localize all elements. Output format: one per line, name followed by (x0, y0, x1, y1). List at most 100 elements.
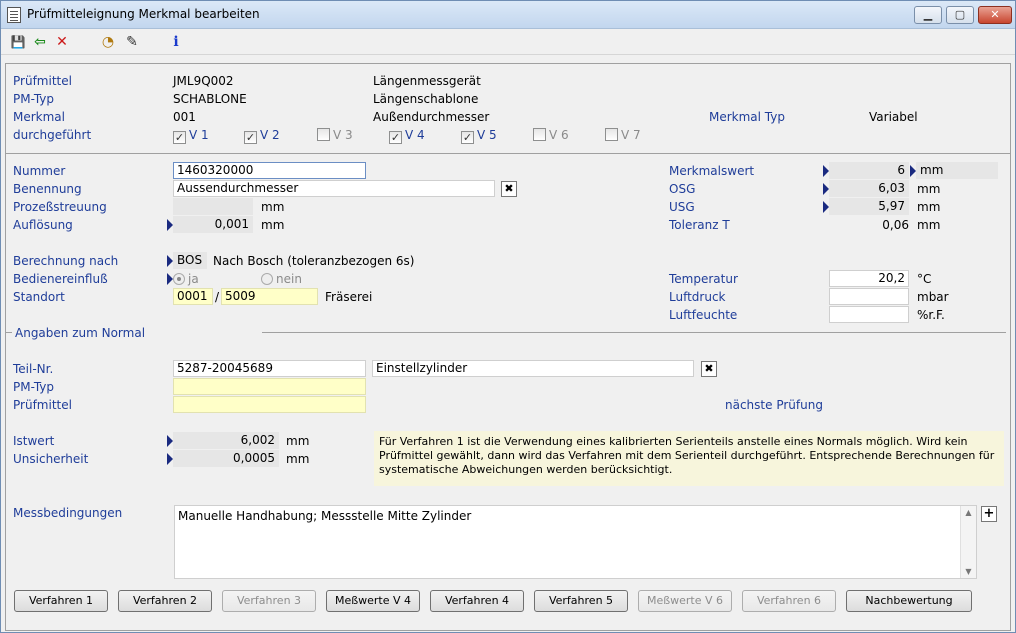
merkmal-typ-value: Variabel (869, 110, 918, 124)
scroll-down-icon[interactable]: ▼ (961, 567, 976, 576)
teilnr-input[interactable]: 5287-20045689 (173, 360, 366, 377)
pruefmittel-label: Prüfmittel (13, 74, 72, 88)
radio-nein[interactable]: nein (261, 272, 302, 286)
messbedingungen-textarea[interactable]: Manuelle Handhabung; Messstelle Mitte Zy… (174, 505, 977, 579)
berechnung-code[interactable]: BOS (173, 252, 207, 269)
usg-input[interactable]: 5,97 (829, 198, 909, 215)
osg-label: OSG (669, 182, 696, 196)
standort-desc: Fräserei (325, 290, 373, 304)
streuung-unit: mm (261, 200, 285, 214)
standort-separator: / (215, 290, 220, 304)
action-button[interactable]: Meßwerte V 4 (326, 590, 420, 612)
usg-label: USG (669, 200, 695, 214)
pruefmittel-value: JML9Q002 (173, 74, 234, 88)
checkbox-indicator: ✓ (173, 131, 186, 144)
standort-b-input[interactable]: 5009 (221, 288, 318, 305)
scroll-up-icon[interactable]: ▲ (961, 508, 976, 517)
merkmalswert-label: Merkmalswert (669, 164, 755, 178)
temperatur-input[interactable]: 20,2 (829, 270, 909, 287)
back-arrow-icon[interactable]: ⇦ (31, 33, 49, 51)
checkbox-v5[interactable]: ✓ V 5 (461, 128, 497, 144)
osg-input[interactable]: 6,03 (829, 180, 909, 197)
streuung-label: Prozeßstreuung (13, 200, 107, 214)
checkbox-v3[interactable]: V 3 (317, 128, 353, 142)
action-button[interactable]: Verfahren 6 (742, 590, 836, 612)
clear-teilnr-button[interactable]: ✖ (701, 361, 717, 377)
edit-icon[interactable]: ✎ (123, 33, 141, 51)
berechnung-label: Berechnung nach (13, 254, 119, 268)
normal-pmtyp-input[interactable] (173, 378, 366, 395)
checkbox-v6[interactable]: V 6 (533, 128, 569, 142)
merkmal-value: 001 (173, 110, 196, 124)
aufloesung-unit: mm (261, 218, 285, 232)
merkmal-label: Merkmal (13, 110, 65, 124)
toleranz-label: Toleranz T (669, 218, 730, 232)
action-button[interactable]: Verfahren 3 (222, 590, 316, 612)
luftdruck-input[interactable] (829, 288, 909, 305)
normal-section-title: Angaben zum Normal (15, 326, 146, 340)
normal-pruefmittel-label: Prüfmittel (13, 398, 72, 412)
window-title: Prüfmitteleignung Merkmal bearbeiten (27, 7, 260, 21)
save-icon[interactable]: 💾 (9, 33, 27, 51)
checkbox-v4[interactable]: ✓ V 4 (389, 128, 425, 144)
pruefmittel-desc: Längenmessgerät (373, 74, 481, 88)
luftfeuchte-label: Luftfeuchte (669, 308, 738, 322)
checkbox-indicator (605, 128, 618, 141)
add-messbedingung-button[interactable]: + (981, 506, 997, 522)
checkbox-v1[interactable]: ✓ V 1 (173, 128, 209, 144)
checkbox-indicator: ✓ (461, 131, 474, 144)
document-icon (7, 7, 21, 23)
benennung-input[interactable]: Aussendurchmesser (173, 180, 495, 197)
checkbox-v2[interactable]: ✓ V 2 (244, 128, 280, 144)
action-button[interactable]: Verfahren 2 (118, 590, 212, 612)
luftfeuchte-unit: %r.F. (917, 308, 945, 322)
merkmalswert-input[interactable]: 6 (829, 162, 909, 179)
teilnr-desc: Einstellzylinder (372, 360, 694, 377)
nummer-input[interactable]: 1460320000 (173, 162, 366, 179)
toolbar: 💾 ⇦ ✕ ◔ ✎ i (1, 29, 1015, 55)
nummer-label: Nummer (13, 164, 66, 178)
pmtyp-label: PM-Typ (13, 92, 54, 106)
istwert-input[interactable]: 6,002 (173, 432, 279, 449)
luftdruck-unit: mbar (917, 290, 949, 304)
checkbox-indicator (533, 128, 546, 141)
standort-a-input[interactable]: 0001 (173, 288, 213, 305)
checkbox-label: V 2 (260, 128, 280, 142)
action-button[interactable]: Verfahren 5 (534, 590, 628, 612)
radio-ja-label: ja (188, 272, 199, 286)
pmtyp-value: SCHABLONE (173, 92, 247, 106)
action-button[interactable]: Verfahren 1 (14, 590, 108, 612)
messbedingungen-text: Manuelle Handhabung; Messstelle Mitte Zy… (178, 509, 472, 523)
minimize-button[interactable]: ▁ (914, 6, 942, 24)
checkbox-v7[interactable]: V 7 (605, 128, 641, 142)
action-button[interactable]: Meßwerte V 6 (638, 590, 732, 612)
radio-ja[interactable]: ja (173, 272, 199, 286)
info-icon[interactable]: i (167, 33, 185, 51)
clear-benennung-button[interactable]: ✖ (501, 181, 517, 197)
maximize-button[interactable]: ▢ (946, 6, 974, 24)
cancel-icon[interactable]: ✕ (53, 33, 71, 51)
memo-scrollbar[interactable]: ▲ ▼ (960, 506, 976, 578)
durchgefuehrt-label: durchgeführt (13, 128, 92, 142)
standort-label: Standort (13, 290, 65, 304)
usg-unit: mm (917, 200, 941, 214)
merkmalswert-unit: mm (916, 162, 998, 179)
divider (6, 153, 1010, 154)
unsicherheit-input[interactable]: 0,0005 (173, 450, 279, 467)
calculate-icon[interactable]: ◔ (99, 33, 117, 51)
checkbox-label: V 7 (621, 128, 641, 142)
close-button[interactable]: ✕ (978, 6, 1012, 24)
normal-pmtyp-label: PM-Typ (13, 380, 54, 394)
toleranz-value: 0,06 (882, 218, 909, 232)
teilnr-label: Teil-Nr. (13, 362, 54, 376)
normal-pruefmittel-input[interactable] (173, 396, 366, 413)
checkbox-indicator: ✓ (389, 131, 402, 144)
streuung-input[interactable] (173, 198, 253, 215)
luftfeuchte-input[interactable] (829, 306, 909, 323)
checkbox-label: V 1 (189, 128, 209, 142)
aufloesung-input[interactable]: 0,001 (173, 216, 253, 233)
unsicherheit-unit: mm (286, 452, 310, 466)
naechste-pruefung-label: nächste Prüfung (725, 398, 823, 412)
action-button[interactable]: Nachbewertung (846, 590, 972, 612)
action-button[interactable]: Verfahren 4 (430, 590, 524, 612)
